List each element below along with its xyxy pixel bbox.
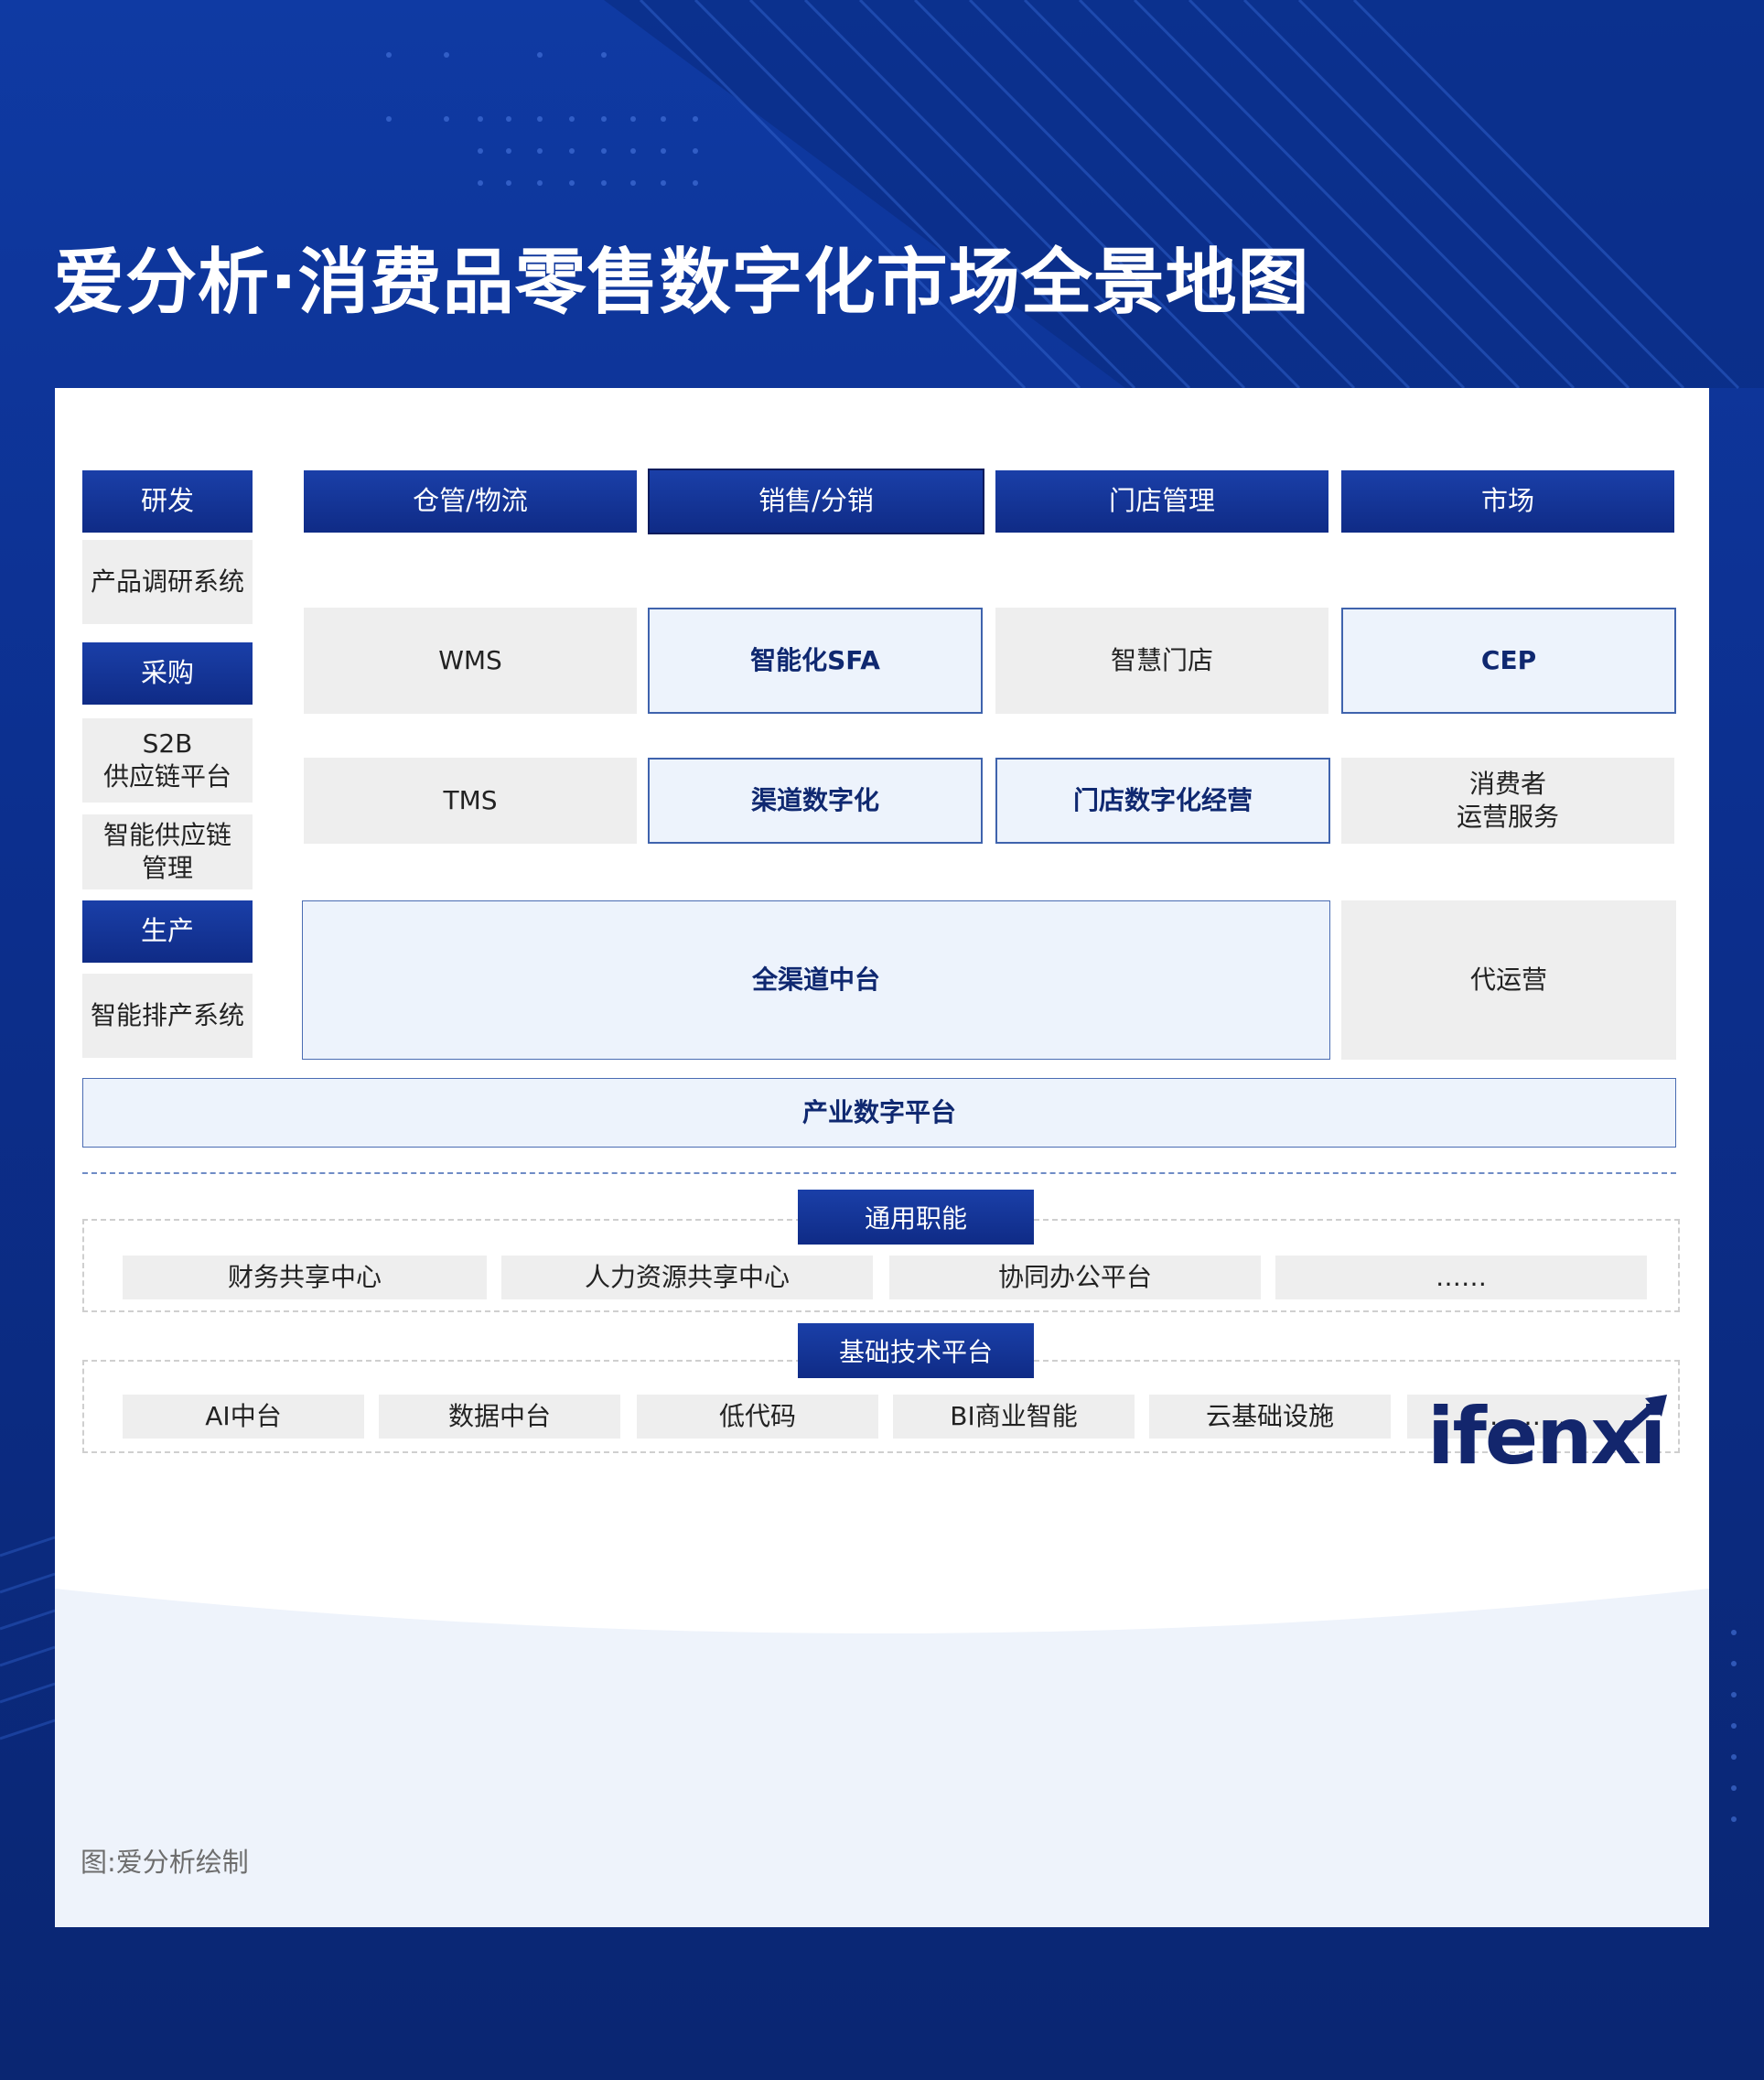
smart-supply-line2: 管理 [141, 853, 193, 883]
source-note: 图:爱分析绘制 [81, 1847, 249, 1878]
channel-digital-box: 渠道数字化 [648, 758, 983, 844]
wms-box: WMS [304, 608, 637, 714]
agency-ops-box: 代运营 [1341, 900, 1676, 1060]
general-functions-label: 通用职能 [798, 1190, 1034, 1245]
smart-store-box: 智慧门店 [995, 608, 1328, 714]
general-item-hr: 人力资源共享中心 [501, 1256, 873, 1299]
smart-supply-line1: 智能供应链 [102, 819, 231, 850]
page-title: 爱分析·消费品零售数字化市场全景地图 [53, 242, 1310, 324]
cep-box: CEP [1341, 608, 1676, 714]
consumer-ops-line1: 消费者 [1468, 768, 1546, 799]
consumer-ops-service-box: 消费者 运营服务 [1341, 758, 1674, 844]
infra-platform-label: 基础技术平台 [798, 1323, 1034, 1378]
header-purchase: 采购 [82, 642, 253, 705]
s2b-supply-chain-platform: S2B 供应链平台 [82, 718, 253, 803]
s2b-line1: S2B [142, 727, 193, 759]
tms-box: TMS [304, 758, 637, 844]
infra-item-bi: BI商业智能 [893, 1395, 1135, 1439]
smart-scheduling-system: 智能排产系统 [82, 974, 253, 1058]
general-item-office: 协同办公平台 [889, 1256, 1261, 1299]
s2b-line2: 供应链平台 [102, 761, 231, 792]
smart-sfa-box: 智能化SFA [648, 608, 983, 714]
store-digital-ops-box: 门店数字化经营 [995, 758, 1330, 844]
industry-digital-platform: 产业数字平台 [82, 1078, 1676, 1148]
map-panel: 研发 仓管/物流 销售/分销 门店管理 市场 产品调研系统 采购 S2B 供应链… [55, 388, 1709, 1927]
product-research-system: 产品调研系统 [82, 540, 253, 624]
infra-item-data: 数据中台 [379, 1395, 620, 1439]
header-production: 生产 [82, 900, 253, 963]
header-sales: 销售/分销 [648, 469, 984, 534]
omnichannel-platform-box: 全渠道中台 [302, 900, 1330, 1060]
infra-item-lowcode: 低代码 [637, 1395, 878, 1439]
general-item-more: …… [1275, 1256, 1647, 1299]
logo-arrow-icon [1614, 1395, 1667, 1442]
consumer-ops-line2: 运营服务 [1456, 802, 1559, 832]
store-digital-ops-label: 门店数字化经营 [1072, 784, 1253, 815]
section-divider [82, 1172, 1676, 1174]
header-warehouse: 仓管/物流 [304, 470, 637, 533]
header-market: 市场 [1341, 470, 1674, 533]
infra-item-ai: AI中台 [123, 1395, 364, 1439]
header-store: 门店管理 [995, 470, 1328, 533]
infra-item-cloud: 云基础设施 [1149, 1395, 1391, 1439]
header-rd: 研发 [82, 470, 253, 533]
smart-supply-chain-management: 智能供应链 管理 [82, 814, 253, 889]
general-item-finance: 财务共享中心 [123, 1256, 487, 1299]
